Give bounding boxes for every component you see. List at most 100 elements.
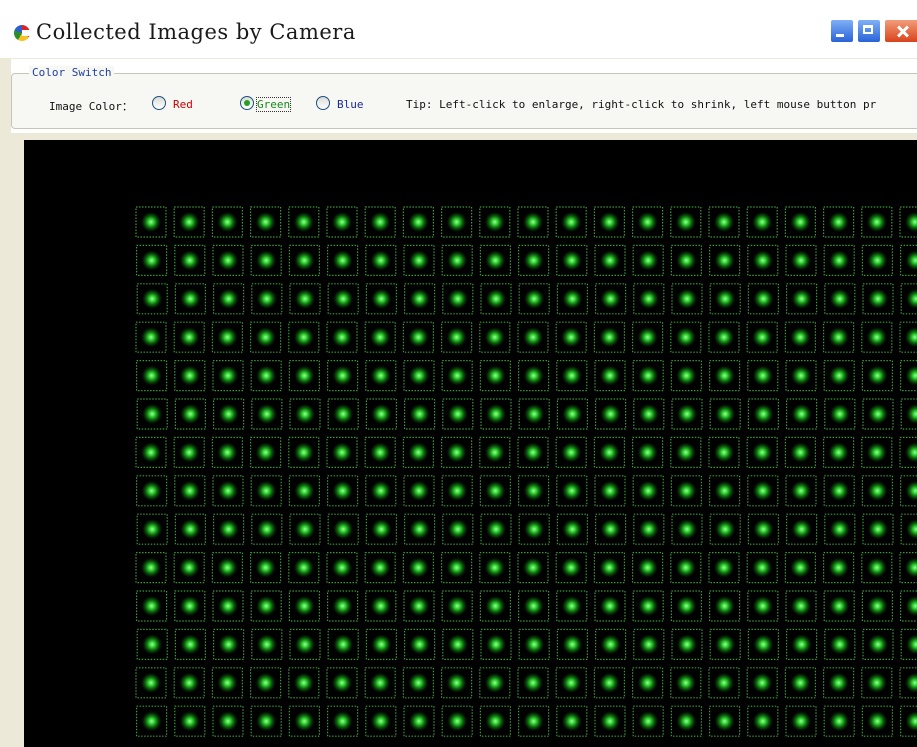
- led-cell: [670, 244, 703, 277]
- led-cell: [249, 667, 282, 699]
- minimize-button[interactable]: [830, 19, 854, 43]
- led-cell: [326, 667, 358, 699]
- led-cell: [327, 475, 359, 507]
- led-cell: [861, 321, 893, 353]
- led-cell: [595, 283, 627, 315]
- led-cell: [441, 206, 473, 238]
- led-cell: [364, 552, 396, 584]
- led-cell: [824, 513, 856, 545]
- led-cell: [479, 475, 511, 507]
- led-cell: [480, 283, 512, 315]
- led-cell: [555, 321, 587, 353]
- led-cell: [249, 552, 282, 584]
- led-cell: [556, 628, 588, 660]
- led-cell: [785, 705, 817, 737]
- led-cell: [518, 398, 550, 430]
- led-cell: [556, 283, 588, 315]
- led-cell: [212, 590, 244, 622]
- led-cell: [633, 398, 665, 430]
- led-cell: [517, 206, 549, 238]
- usage-tip: Tip: Left-click to enlarge, right-click …: [406, 98, 877, 111]
- led-cell: [174, 590, 206, 622]
- led-cell: [746, 436, 778, 468]
- led-cell: [136, 244, 168, 277]
- maximize-button[interactable]: [857, 19, 881, 43]
- color-switch-legend: Color Switch: [29, 66, 115, 79]
- led-cell: [289, 513, 321, 545]
- led-cell: [403, 705, 435, 737]
- title-bar[interactable]: Collected Images by Camera: [0, 0, 917, 58]
- radio-blue[interactable]: [316, 96, 330, 110]
- radio-blue-label[interactable]: Blue: [337, 98, 364, 111]
- led-cell: [593, 321, 625, 353]
- led-cell: [250, 360, 282, 392]
- led-cell: [899, 206, 917, 238]
- radio-red-label[interactable]: Red: [173, 98, 193, 111]
- led-cell: [594, 360, 626, 392]
- led-cell: [593, 552, 625, 584]
- led-cell: [632, 667, 664, 699]
- led-cell: [518, 244, 550, 277]
- led-cell: [441, 360, 473, 392]
- led-cell: [288, 436, 320, 468]
- led-cell: [251, 398, 283, 430]
- led-cell: [708, 244, 741, 277]
- led-cell: [327, 398, 359, 430]
- led-cell: [784, 436, 817, 468]
- led-cell: [785, 244, 817, 277]
- led-cell: [861, 436, 893, 468]
- led-cell: [823, 360, 855, 392]
- led-cell: [250, 244, 282, 277]
- led-cell: [671, 398, 703, 430]
- led-cell: [746, 667, 778, 699]
- radio-red[interactable]: [152, 96, 166, 110]
- led-cell: [861, 206, 893, 238]
- led-cell: [747, 283, 780, 315]
- camera-window: Collected Images by Camera Color Switch …: [0, 0, 917, 747]
- led-cell: [822, 321, 855, 353]
- led-cell: [479, 552, 511, 584]
- led-cell: [211, 206, 244, 238]
- led-cell: [251, 513, 283, 545]
- led-cell: [365, 590, 397, 622]
- led-cell: [518, 283, 550, 315]
- led-cell: [442, 513, 474, 545]
- led-cell: [556, 244, 588, 277]
- led-cell: [136, 513, 168, 545]
- led-cell: [402, 667, 434, 699]
- led-cell: [899, 244, 917, 277]
- led-cell: [823, 705, 855, 737]
- led-cell: [441, 667, 473, 699]
- led-cell: [822, 667, 855, 699]
- led-cell: [862, 398, 894, 430]
- led-cell: [899, 590, 917, 622]
- led-cell: [441, 244, 473, 277]
- led-cell: [173, 321, 205, 353]
- led-cell: [135, 436, 167, 468]
- led-cell: [518, 513, 550, 545]
- led-cell: [212, 244, 244, 277]
- led-cell: [824, 283, 856, 315]
- led-cell: [365, 360, 397, 392]
- led-cell: [173, 667, 205, 699]
- led-cell: [632, 590, 664, 622]
- radio-green-label[interactable]: Green: [255, 97, 292, 112]
- led-cell: [595, 628, 627, 660]
- led-cell: [632, 206, 664, 238]
- led-cell: [174, 398, 207, 430]
- close-button[interactable]: [884, 19, 917, 43]
- led-cell: [251, 283, 283, 315]
- led-cell: [822, 552, 855, 584]
- led-cell: [250, 475, 282, 507]
- led-cell: [746, 321, 778, 353]
- led-cell: [249, 436, 282, 468]
- radio-green[interactable]: [240, 96, 254, 110]
- led-cell: [556, 398, 588, 430]
- led-cell: [403, 244, 435, 277]
- led-cell: [136, 398, 168, 430]
- led-cell: [174, 705, 206, 737]
- led-cell: [327, 705, 359, 737]
- led-cell: [212, 360, 244, 392]
- led-cell: [404, 283, 436, 315]
- camera-image-viewport[interactable]: [24, 140, 917, 747]
